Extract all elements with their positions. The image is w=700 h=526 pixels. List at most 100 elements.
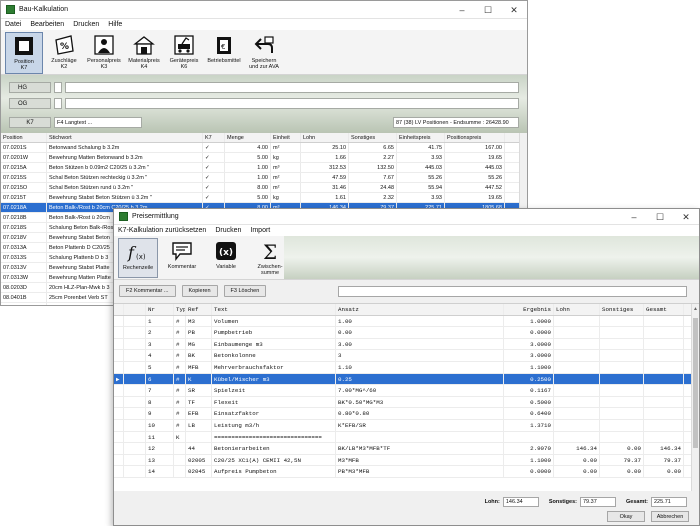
scroll-thumb[interactable] xyxy=(693,318,698,448)
minimize-button[interactable]: – xyxy=(449,1,475,19)
zuschlaege-button[interactable]: % Zuschläge K2 xyxy=(45,32,83,74)
dialog-titlebar[interactable]: Preisermittlung – ☐ ✕ xyxy=(114,209,699,225)
hg-code-field[interactable] xyxy=(54,82,62,93)
dialog-close-button[interactable]: ✕ xyxy=(673,209,699,226)
cell-typ: # xyxy=(174,327,186,338)
calc-row[interactable]: 10 # LB Leistung m3/h K*EFB/SR 1.3710 xyxy=(114,419,699,432)
col-k7[interactable]: K7 xyxy=(203,133,225,142)
dialog-minimize-button[interactable]: – xyxy=(621,209,647,226)
geraetepreis-button[interactable]: Gerätepreis K6 xyxy=(165,32,203,74)
menu-drucken[interactable]: Drucken xyxy=(73,21,99,28)
personalpreis-button[interactable]: Personalpreis K3 xyxy=(85,32,123,74)
dialog-maximize-button[interactable]: ☐ xyxy=(647,209,673,226)
dialog-footer: Lohn: 146.34 Sonstiges: 79.37 Gesamt: 22… xyxy=(114,491,699,525)
cell-stichwort: Beton Stützen b 0.09m2 C20/25 ü 3.2m " xyxy=(47,163,203,172)
gesamt-total-label: Gesamt: xyxy=(625,499,648,505)
col-einheit[interactable]: Einheit xyxy=(271,133,301,142)
table-row[interactable]: 07.0201W Bewehrung Matten Betonwand b 3.2… xyxy=(1,153,527,163)
col-stichwort[interactable]: Stichwort xyxy=(47,133,203,142)
col-menge[interactable]: Menge xyxy=(225,133,271,142)
zwischensumme-button[interactable]: Σ Zwischen-summe xyxy=(250,238,290,278)
speichern-button[interactable]: Speichern und zur AVA xyxy=(245,32,283,74)
col-ergebnis[interactable]: Ergebnis xyxy=(504,304,554,315)
menu-k7-reset[interactable]: K7-Kalkulation zurücksetzen xyxy=(118,227,206,234)
col-position[interactable]: Position xyxy=(1,133,47,142)
col-typ[interactable]: Typ xyxy=(174,304,186,315)
table-row[interactable]: 07.0201S Betonwand Schalung b 3.2m ✓ 4.00 m²… xyxy=(1,143,527,153)
cell-nr: 10 xyxy=(146,419,174,431)
calc-row[interactable]: 5 # MFB Mehrverbrauchsfaktor 1.10 1.1000 xyxy=(114,361,699,374)
table-row[interactable]: 07.0215S Schal Beton Stützen rechteckig ü… xyxy=(1,173,527,183)
menu-hilfe[interactable]: Hilfe xyxy=(108,21,122,28)
cell-text: Betonkolonne xyxy=(212,350,336,361)
calc-row[interactable]: 7 # SR Spielzeit 7.00*MG^/60 0.1167 xyxy=(114,385,699,397)
cell-ref: MG xyxy=(186,338,212,350)
cell-lohn: 31.46 xyxy=(301,183,349,192)
cell-menge: 4.00 xyxy=(225,143,271,152)
okay-button[interactable]: Okay xyxy=(607,511,645,522)
calc-row[interactable]: 12 44 Betonierarbeiten BK/LB*M3*MFB*TF 2.907… xyxy=(114,443,699,455)
svg-text:€: € xyxy=(221,43,225,51)
col-dlohn[interactable]: Lohn xyxy=(554,304,600,315)
table-row[interactable]: 07.0215T Bewehrung Stabst Beton Stützen ü… xyxy=(1,193,527,203)
materialpreis-button[interactable]: Materialpreis K4 xyxy=(125,32,163,74)
col-dsonstiges[interactable]: Sonstiges xyxy=(600,304,644,315)
menu-dialog-drucken[interactable]: Drucken xyxy=(215,227,241,234)
cell-text: Volumen xyxy=(212,315,336,327)
calc-row[interactable]: 13 02005 C20/25 XC1(A) CEMII 42,5N M3*MFB 1.… xyxy=(114,454,699,467)
kommentar-button[interactable]: Kommentar xyxy=(162,238,202,278)
abbrechen-button[interactable]: Abbrechen xyxy=(651,511,689,522)
col-ref[interactable]: Ref xyxy=(186,304,212,315)
calc-row[interactable]: 3 # MG Einbaumenge m3 3.00 3.0000 xyxy=(114,338,699,351)
longtext-button[interactable]: F4 Langtext ... xyxy=(54,117,142,128)
variable-button[interactable]: (x) Variable xyxy=(206,238,246,278)
rechenzeile-button[interactable]: f (x) Rechenzeile xyxy=(118,238,158,278)
col-lohn[interactable]: Lohn xyxy=(301,133,349,142)
loeschen-button[interactable]: F3 Löschen xyxy=(223,285,267,297)
scroll-up-icon[interactable]: ▲ xyxy=(693,306,698,312)
cell-typ xyxy=(174,454,186,466)
calc-row[interactable]: 4 # BK Betonkolonne 3 3.0000 xyxy=(114,350,699,362)
col-gesamt[interactable]: Gesamt xyxy=(644,304,684,315)
calc-row[interactable]: 11 K =============================== xyxy=(114,431,699,444)
cell-sonstiges: 6.65 xyxy=(349,143,397,152)
col-sonstiges[interactable]: Sonstiges xyxy=(349,133,397,142)
maximize-button[interactable]: ☐ xyxy=(475,1,501,19)
calc-row[interactable]: 1 # M3 Volumen 1.00 1.0000 xyxy=(114,315,699,328)
kopieren-button[interactable]: Kopieren xyxy=(181,285,218,297)
dialog-title: Preisermittlung xyxy=(132,213,179,220)
menu-bearbeiten[interactable]: Bearbeiten xyxy=(30,21,64,28)
formula-input[interactable] xyxy=(338,285,687,297)
menu-datei[interactable]: Datei xyxy=(5,21,21,28)
hg-text-field[interactable] xyxy=(65,82,519,93)
position-button[interactable]: Position K7 xyxy=(5,32,43,74)
col-positionspreis[interactable]: Positionspreis xyxy=(445,133,505,142)
close-button[interactable]: ✕ xyxy=(501,1,527,19)
og-text-field[interactable] xyxy=(65,98,519,109)
row-indicator xyxy=(114,443,124,454)
calc-row[interactable]: 14 02045 Aufpreis Pumpbeton PB*M3*MFB 0.0000… xyxy=(114,466,699,478)
calc-row[interactable]: ▶ 6 # K Kübel/Mischer m3 0.25 0.2500 xyxy=(114,373,699,386)
table-row[interactable]: 07.0215A Beton Stützen b 0.09m2 C20/25 ü … xyxy=(1,163,527,173)
col-einheitspreis[interactable]: Einheitspreis xyxy=(397,133,445,142)
og-code-field[interactable] xyxy=(54,98,62,109)
dialog-toolbar: f (x) Rechenzeile Kommentar (x) Variable … xyxy=(114,236,699,280)
betriebsmittel-button[interactable]: € Betriebsmittel xyxy=(205,32,243,74)
cell-dsonstiges xyxy=(600,431,644,443)
cell-stichwort: Bewehrung Stabst Beton Stützen ü 3.2m " xyxy=(47,193,203,202)
kommentar-action-button[interactable]: F2 Kommentar ... xyxy=(119,285,176,297)
col-nr[interactable]: Nr xyxy=(146,304,174,315)
row-indicator xyxy=(114,466,124,477)
cell-dlohn xyxy=(554,419,600,431)
dialog-scrollbar[interactable]: ▲ xyxy=(691,304,699,493)
calc-row[interactable]: 2 # PB Pumpbetrieb 0.00 0.0000 xyxy=(114,327,699,339)
cell-gesamt xyxy=(644,408,684,419)
col-text[interactable]: Text xyxy=(212,304,336,315)
calc-row[interactable]: 8 # TF Flexeit BK*0.50*MG*M3 0.5000 xyxy=(114,396,699,409)
main-titlebar[interactable]: Bau-Kalkulation – ☐ ✕ xyxy=(1,1,527,19)
col-ansatz[interactable]: Ansatz xyxy=(336,304,504,315)
calc-row[interactable]: 9 # EFB Einsatzfaktor 0.80*0.80 0.6400 xyxy=(114,408,699,420)
table-row[interactable]: 07.0215O Schal Beton Stützen rund ü 3.2m … xyxy=(1,183,527,193)
menu-import[interactable]: Import xyxy=(250,227,270,234)
cell-dsonstiges xyxy=(600,408,644,419)
